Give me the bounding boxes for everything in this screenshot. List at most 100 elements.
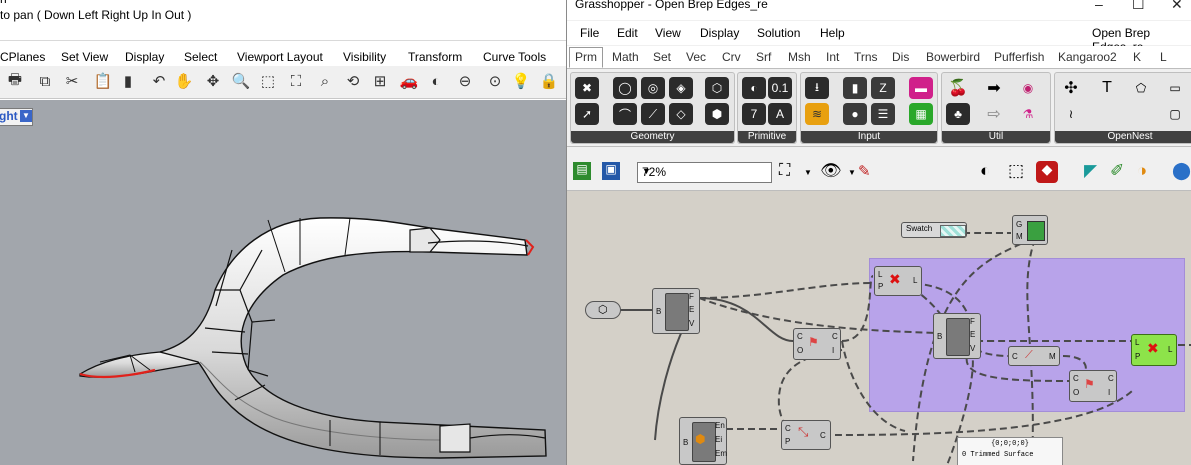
viewport-menu-arrow-icon[interactable]: ▼ [20,110,32,122]
tab-math[interactable]: Math [612,50,639,64]
tab-int[interactable]: Int [826,50,839,64]
slider-icon[interactable]: Z [871,77,895,99]
cull-pattern[interactable]: ✖ L P L [874,266,922,296]
tree-icon[interactable]: ♣ [946,103,970,125]
tab-bowerbird[interactable]: Bowerbird [926,50,980,64]
zoom-extents-icon[interactable]: ⛶ [285,70,307,92]
rotate-icon[interactable]: ✥ [202,70,224,92]
menu-view[interactable]: View [655,26,681,40]
deconstruct-brep[interactable]: B F E V [652,288,700,334]
tab-kangaroo2[interactable]: Kangaroo2 [1058,50,1117,64]
wireframe-preview-icon[interactable]: ⬚ [1008,161,1024,181]
brep-param[interactable]: ⬡ [585,301,621,319]
curve-middle[interactable]: C ⟋ M [1008,346,1060,366]
deconstruct-brep-2[interactable]: B F E V [933,313,981,359]
viewport-right[interactable] [0,100,566,465]
gradient-icon[interactable]: ▬ [909,77,933,99]
tab-k[interactable]: K [1133,50,1141,64]
tab-display[interactable]: Display [125,50,164,64]
vector-param-icon[interactable]: ➚ [575,103,599,125]
tab-prm[interactable]: Prm [569,47,603,68]
preview-off-icon[interactable]: ◐ [980,161,990,181]
rotate-view-icon[interactable]: ⟲ [342,70,364,92]
tab-set-view[interactable]: Set View [61,50,108,64]
text-param-icon[interactable]: A [768,103,792,125]
menu-display[interactable]: Display [700,26,739,40]
zoom-window-icon[interactable]: ⬚ [257,70,279,92]
minimize-button[interactable]: – [1095,0,1103,12]
tab-msh[interactable]: Msh [788,50,811,64]
bake-icon[interactable]: ✐ [1110,161,1124,181]
curve-param-icon[interactable]: ⌒ [613,103,637,125]
integer-param-icon[interactable]: 7 [742,103,766,125]
clipboard-icon[interactable]: 📋 [92,70,114,92]
explode-curve[interactable]: ⚑ C O C I [793,328,841,360]
menu-solution[interactable]: Solution [757,26,800,40]
value-list-icon[interactable]: ☰ [871,103,895,125]
car-icon[interactable]: 🚗 [398,70,420,92]
nest-sheet-icon[interactable]: ▭ [1163,77,1187,99]
undo-icon[interactable]: ↶ [148,70,170,92]
menu-help[interactable]: Help [820,26,845,40]
tab-select[interactable]: Select [184,50,217,64]
gh-canvas[interactable]: ⬡ B F E V Swatch G M ✖ L P L ⚑ C O C I B… [567,191,1191,465]
nest-t-icon[interactable]: T [1095,77,1119,99]
arc-param-icon[interactable]: ◎ [641,77,665,99]
surface-param-icon[interactable]: ◇ [669,103,693,125]
tab-transform[interactable]: Transform [408,50,462,64]
jump-icon[interactable]: ◉ [1016,77,1040,99]
lock-icon[interactable]: 🔒 [538,70,560,92]
tab-pufferfish[interactable]: Pufferfish [994,50,1044,64]
zoom-extents-icon[interactable]: ⛶ [779,162,790,180]
circle-param-icon[interactable]: ◯ [613,77,637,99]
pan-hand-icon[interactable]: ✋ [173,70,195,92]
nest-grid-icon[interactable]: ▢ [1163,103,1187,125]
nest-wave-icon[interactable]: ≀ [1059,103,1083,125]
explode-curve-2[interactable]: ⚑ C O C I [1069,370,1117,402]
boolean-param-icon[interactable]: ◐ [742,77,766,99]
menu-file[interactable]: File [580,26,599,40]
menu-edit[interactable]: Edit [617,26,638,40]
brep-param-icon[interactable]: ⬡ [705,77,729,99]
render-icon[interactable]: ⊙ [484,70,506,92]
preview-eye-icon[interactable]: 👁 [820,161,842,181]
button-icon[interactable]: ● [843,103,867,125]
nest-shape-icon[interactable]: ⬠ [1129,77,1153,99]
colour-swatch[interactable]: Swatch [901,222,967,238]
open-file-icon[interactable]: ▤ [573,162,591,180]
preview-menu-chevron-icon[interactable]: ▼ [848,168,856,177]
print-icon[interactable]: 🖶 [4,70,26,92]
tab-cplanes[interactable]: CPlanes [0,50,45,64]
light-icon[interactable]: 💡 [510,70,532,92]
shaded-icon[interactable]: ◐ [425,70,447,92]
document-preview-icon[interactable]: ◑ [1137,161,1147,181]
data-output-icon[interactable]: ⇨ [982,103,1006,125]
maximize-button[interactable]: ☐ [1132,0,1145,13]
box-param-icon[interactable]: ◈ [669,77,693,99]
tab-crv[interactable]: Crv [722,50,741,64]
paste-icon[interactable]: ▮ [117,70,139,92]
tab-srf[interactable]: Srf [756,50,771,64]
flask-icon[interactable]: ⚗ [1016,103,1040,125]
geometry-param-icon[interactable]: ✖ [575,77,599,99]
number-param-icon[interactable]: 0.1 [768,77,792,99]
custom-preview[interactable]: G M [1012,215,1048,245]
cherry-icon[interactable]: 🍒 [946,77,970,99]
panel-param-icon[interactable]: ⭳ [805,77,829,99]
mesh-param-icon[interactable]: ⬢ [705,103,729,125]
tab-l[interactable]: L [1160,50,1167,64]
four-view-icon[interactable]: ⊞ [369,70,391,92]
brep-edges[interactable]: ⬢ B En Ei Em [679,417,727,465]
close-button[interactable]: ✕ [1171,0,1183,13]
shaded-preview-icon[interactable]: ◆ [1036,161,1058,183]
save-file-icon[interactable]: ▣ [602,162,620,180]
mesh-settings-icon[interactable]: ⬤ [1172,161,1191,181]
zoom-menu-chevron-icon[interactable]: ▼ [804,168,812,177]
toggle-icon[interactable]: ▮ [843,77,867,99]
cull-pattern-highlighted[interactable]: ✖ L P L [1131,334,1177,366]
ghosted-icon[interactable]: ⊖ [454,70,476,92]
tab-viewport-layout[interactable]: Viewport Layout [237,50,323,64]
command-line-prompt[interactable]: to pan ( Down Left Right Up In Out ) [0,8,191,22]
opennest-logo-icon[interactable]: ✣ [1059,77,1083,99]
tab-trns[interactable]: Trns [854,50,878,64]
